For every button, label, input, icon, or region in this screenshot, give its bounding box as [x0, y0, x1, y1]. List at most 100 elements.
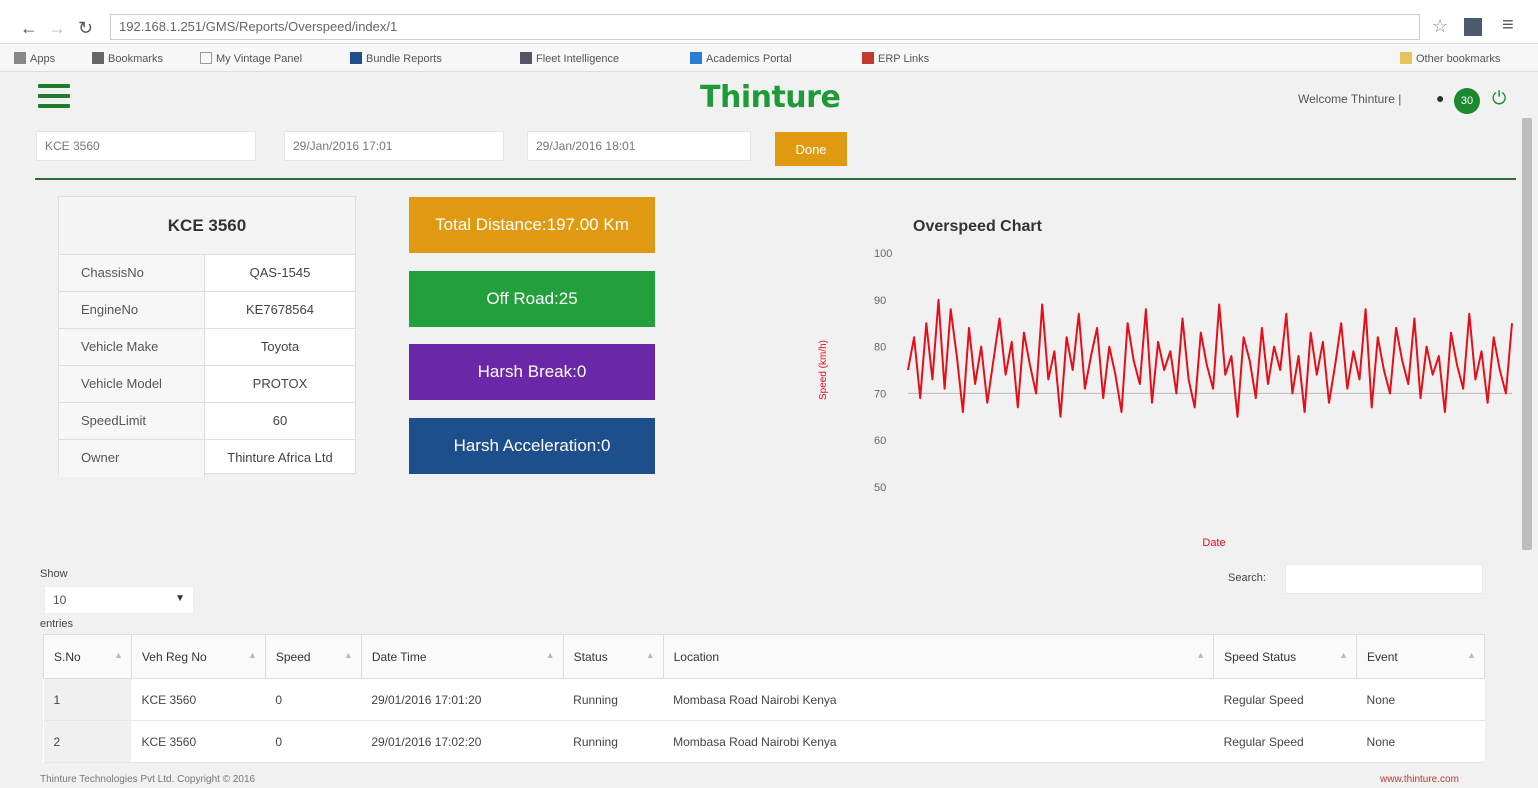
info-value: 60: [272, 413, 288, 428]
sort-icon: ▲: [114, 650, 123, 660]
menu-toggle-button[interactable]: [38, 84, 70, 108]
y-tick-label: 100: [874, 248, 892, 260]
site-icon: [350, 52, 362, 64]
header-label: Speed Status: [1224, 649, 1297, 664]
to-date-input[interactable]: 29/Jan/2016 18:01: [527, 131, 751, 161]
back-icon[interactable]: ←: [20, 18, 38, 39]
sort-icon: ▲: [645, 650, 655, 660]
cell: Mombasa Road Nairobi Kenya: [663, 678, 1214, 721]
folder-icon: [1400, 52, 1412, 64]
browser-toolbar: ← → ↻ 192.168.1.251/GMS/Reports/Overspee…: [0, 0, 1538, 44]
chart-title: Overspeed Chart: [913, 218, 1042, 235]
y-tick-label: 90: [874, 295, 886, 307]
site-icon: [690, 52, 702, 64]
header-label: Veh Reg No: [141, 649, 207, 664]
brand-logo[interactable]: Thinture: [700, 80, 841, 115]
cell: KCE 3560: [131, 678, 266, 721]
vehicle-info-card: KCE 3560 ChassisNo QAS-1545 EngineNo KE767…: [58, 196, 356, 477]
harsh-acceleration-tile[interactable]: Harsh Acceleration:0: [409, 418, 655, 474]
header-label: Speed: [275, 649, 311, 664]
search-label: Search:: [1228, 572, 1266, 584]
y-tick-label: 50: [874, 482, 886, 494]
overspeed-table: S.No ▲ Veh Reg No ▲ Speed ▲ Date Time ▲ Stat…: [43, 634, 1485, 763]
cell: Regular Speed: [1213, 720, 1357, 763]
bookmark-item[interactable]: ERP Links: [862, 52, 929, 65]
column-header[interactable]: S.No ▲: [43, 634, 132, 679]
search-input[interactable]: [1285, 564, 1483, 594]
cell: Mombasa Road Nairobi Kenya: [663, 720, 1214, 763]
table-row[interactable]: 2 KCE 3560 0 29/01/2016 17:02:20 Running…: [43, 720, 1485, 763]
bookmark-star-icon[interactable]: ☆: [1432, 16, 1448, 37]
vehicle-info-row: SpeedLimit 60: [59, 403, 355, 440]
cell: None: [1356, 678, 1485, 721]
vehicle-info-row: ChassisNo QAS-1545: [59, 255, 355, 292]
from-date-input[interactable]: 29/Jan/2016 17:01: [284, 131, 504, 161]
logout-icon[interactable]: ⏻: [1492, 88, 1506, 109]
column-header[interactable]: Veh Reg No ▲: [130, 634, 266, 679]
header-divider: [35, 178, 1516, 180]
extension-icon[interactable]: [1464, 18, 1482, 36]
entries-label: entries: [40, 618, 74, 630]
star-icon: [92, 52, 104, 64]
bookmark-item[interactable]: My Vintage Panel: [200, 52, 302, 65]
reload-icon[interactable]: ↻: [78, 18, 93, 39]
address-bar[interactable]: 192.168.1.251/GMS/Reports/Overspeed/inde…: [110, 14, 1420, 40]
bookmark-item[interactable]: Bundle Reports: [350, 52, 442, 65]
info-value: Toyota: [260, 339, 300, 354]
info-value: KE7678564: [246, 302, 314, 317]
info-label: Owner: [59, 440, 205, 477]
column-header[interactable]: Speed Status ▲: [1213, 634, 1358, 679]
header-label: Event: [1367, 649, 1398, 664]
bell-icon[interactable]: ●: [1436, 90, 1444, 106]
sort-icon: ▲: [1196, 650, 1206, 660]
go-button[interactable]: Done: [775, 132, 847, 166]
bookmark-item[interactable]: Apps: [14, 52, 55, 65]
info-label: EngineNo: [59, 292, 205, 328]
welcome-text: Welcome Thinture |: [1298, 92, 1402, 106]
overspeed-chart: Overspeed Chart 100 90 80 70 60 50 Speed (km/h…: [800, 205, 1520, 565]
bookmark-item[interactable]: Other bookmarks: [1400, 52, 1500, 65]
footer-link[interactable]: www.thinture.com: [1380, 774, 1459, 785]
column-header[interactable]: Location ▲: [662, 634, 1215, 679]
column-header[interactable]: Date Time ▲: [360, 634, 564, 679]
bookmark-item[interactable]: Academics Portal: [690, 52, 792, 65]
entries-select[interactable]: 10 ▼: [44, 586, 194, 614]
info-value: QAS-1545: [249, 265, 311, 280]
vehicle-reg-title: KCE 3560: [59, 197, 355, 255]
off-road-tile[interactable]: Off Road:25: [409, 271, 655, 327]
hamburger-icon-bar: [38, 104, 70, 108]
info-label: ChassisNo: [59, 255, 205, 291]
bookmark-item[interactable]: Bookmarks: [92, 52, 163, 65]
forward-icon[interactable]: →: [48, 18, 66, 39]
entries-select-value: 10: [53, 593, 67, 607]
cell: Regular Speed: [1213, 678, 1357, 721]
header-label: Status: [573, 649, 608, 664]
hamburger-icon-bar: [38, 94, 70, 98]
footer-copyright: Thinture Technologies Pvt Ltd. Copyright…: [40, 774, 256, 785]
y-tick-label: 60: [874, 435, 886, 447]
vehicle-input[interactable]: KCE 3560: [36, 131, 256, 161]
scrollbar-thumb[interactable]: [1522, 118, 1532, 550]
harsh-break-tile[interactable]: Harsh Break:0: [409, 344, 655, 400]
vehicle-info-row: Owner Thinture Africa Ltd: [59, 440, 355, 477]
column-header[interactable]: Speed ▲: [264, 634, 362, 679]
cell: 29/01/2016 17:02:20: [361, 720, 564, 763]
cell: 0: [265, 678, 362, 721]
notification-badge[interactable]: 30: [1454, 88, 1480, 114]
column-header[interactable]: Status ▲: [562, 634, 664, 679]
browser-menu-icon[interactable]: ≡: [1502, 14, 1514, 37]
site-icon: [862, 52, 874, 64]
info-label: Vehicle Make: [59, 329, 205, 365]
info-label: Vehicle Model: [59, 366, 205, 402]
cell: 1: [43, 678, 132, 721]
series-line: [907, 298, 1513, 418]
info-value: Thinture Africa Ltd: [227, 450, 333, 465]
table-row[interactable]: 1 KCE 3560 0 29/01/2016 17:01:20 Running…: [43, 678, 1485, 721]
header-label: Date Time: [371, 649, 427, 664]
column-header[interactable]: Event ▲: [1356, 634, 1485, 679]
total-distance-tile[interactable]: Total Distance:197.00 Km: [409, 197, 655, 253]
y-tick-label: 70: [874, 388, 886, 400]
x-axis-label: Date: [1202, 537, 1225, 549]
bookmark-item[interactable]: Fleet Intelligence: [520, 52, 619, 65]
cell: KCE 3560: [131, 720, 266, 763]
